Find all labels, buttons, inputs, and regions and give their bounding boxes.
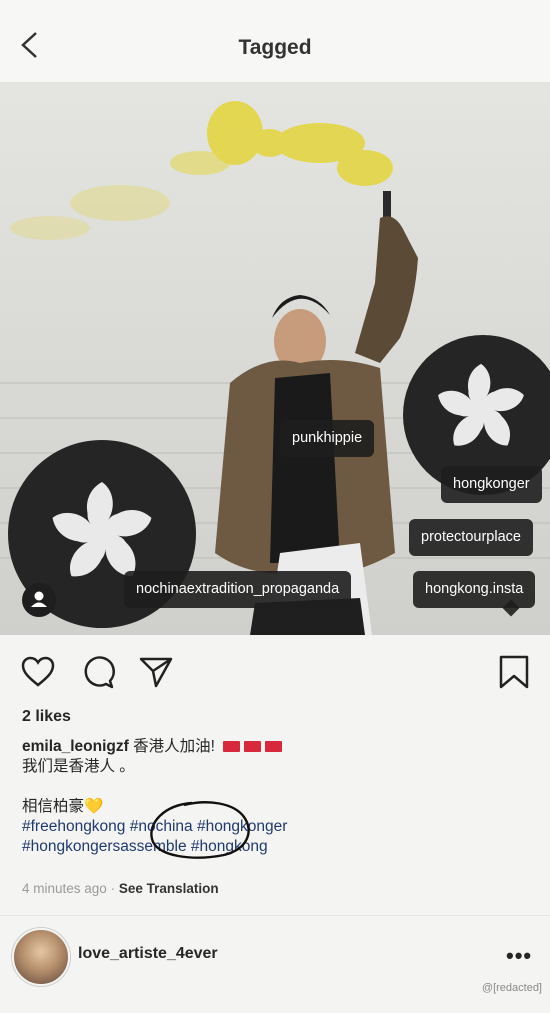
post-photo[interactable]: punkhippie hongkonger protectourplace no… [0, 83, 550, 635]
tag-label: nochinaextradition_propaganda [136, 581, 340, 597]
hand-drawn-circle-annotation [150, 801, 250, 859]
tag-protectourplace[interactable]: protectourplace [409, 519, 533, 556]
caption-username[interactable]: emila_leonigzf [22, 738, 129, 755]
hashtags-line[interactable]: #freehongkong #nochina #hongkonger [22, 817, 532, 837]
tag-label: punkhippie [292, 430, 363, 446]
like-heart-icon[interactable] [20, 654, 56, 690]
person-icon [31, 591, 47, 607]
caption-text: 我们是香港人 。 [22, 758, 135, 775]
tag-label: hongkong.insta [425, 581, 524, 597]
post-actions [0, 636, 550, 706]
comment-username[interactable]: love_artiste_4ever [78, 945, 218, 963]
tag-hongkong-insta[interactable]: hongkong.insta [413, 571, 536, 617]
hashtags-line[interactable]: #hongkongersassemble #hongkong [22, 837, 532, 857]
tagged-users-button[interactable] [22, 583, 56, 617]
tag-label: hongkonger [453, 476, 530, 492]
caption-text: 相信柏豪💛 [22, 798, 104, 815]
watermark: @[redacted] [481, 982, 542, 994]
post-timestamp: 4 minutes ago · See Translation [22, 881, 219, 896]
see-translation-link[interactable]: See Translation [119, 881, 219, 896]
hk-flag-emoji-icon [265, 741, 283, 753]
top-bar: Tagged [0, 0, 550, 83]
share-paper-plane-icon[interactable] [138, 654, 174, 690]
save-bookmark-icon[interactable] [496, 654, 532, 690]
caption-text: 香港人加油! [133, 738, 215, 755]
tag-nochinaextradition-propaganda[interactable]: nochinaextradition_propaganda [124, 571, 352, 608]
time-text: 4 minutes ago [22, 881, 107, 896]
tag-punkhippie[interactable]: punkhippie [280, 420, 375, 457]
hk-flag-emoji-icon [223, 741, 241, 753]
page-title: Tagged [238, 36, 312, 59]
separator: · [106, 881, 119, 896]
tag-hongkonger[interactable]: hongkonger [441, 466, 542, 503]
bauhinia-flower-icon [434, 363, 531, 459]
avatar[interactable] [12, 928, 70, 986]
post-caption: emila_leonigzf 香港人加油! 我们是香港人 。 相信柏豪💛 #fr… [22, 737, 532, 857]
divider [0, 915, 550, 916]
likes-count[interactable]: 2 likes [22, 708, 71, 726]
tag-label: protectourplace [421, 529, 521, 545]
hk-flag-emoji-icon [244, 741, 262, 753]
comment-bubble-icon[interactable] [80, 654, 116, 690]
more-options-icon[interactable]: ••• [506, 943, 532, 969]
